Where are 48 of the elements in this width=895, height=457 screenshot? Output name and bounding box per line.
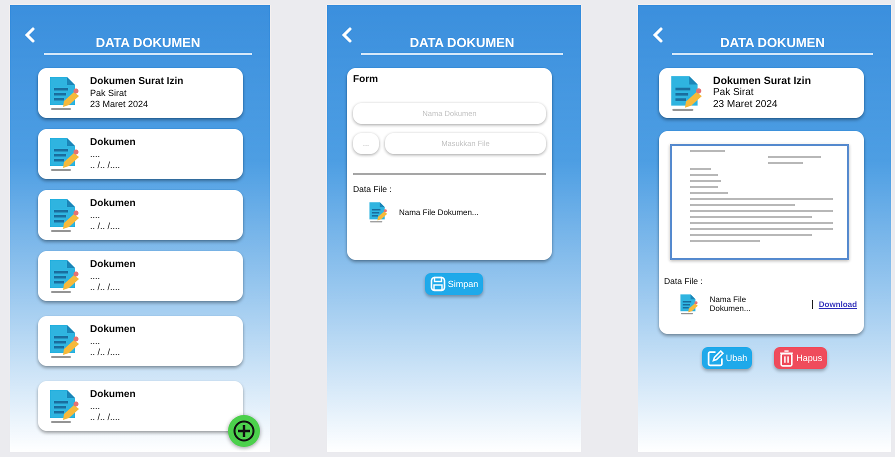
document-date: .. /.. /....: [90, 347, 122, 358]
document-date: .. /.. /....: [90, 160, 122, 171]
edit-icon: [706, 350, 724, 366]
document-title: Dokumen: [90, 259, 136, 271]
document-owner: ....: [90, 210, 102, 221]
document-card[interactable]: Dokumen Surat Izin Pak Sirat 23 Maret 2024: [659, 68, 864, 118]
document-title: Dokumen Surat Izin: [713, 75, 812, 87]
document-card[interactable]: Dokumen .... .. /.. /....: [38, 251, 243, 301]
document-title: Dokumen Surat Izin: [90, 76, 184, 88]
file-label: Data File :: [353, 184, 393, 194]
document-card[interactable]: Dokumen Surat Izin Pak Sirat 23 Maret 2024: [38, 68, 243, 118]
document-date: .. /.. /....: [90, 221, 122, 232]
document-owner: ....: [90, 336, 102, 347]
document-title: Dokumen: [90, 198, 136, 210]
document-card[interactable]: Dokumen .... .. /.. /....: [38, 316, 243, 366]
document-owner: ....: [90, 401, 102, 412]
delete-button[interactable]: Hapus: [774, 347, 828, 369]
file-label: Data File :: [664, 276, 704, 286]
file-icon: [367, 201, 389, 223]
document-date: 23 Maret 2024: [90, 99, 150, 110]
form-heading: Form: [353, 74, 379, 86]
trash-icon: [779, 350, 794, 366]
document-card[interactable]: Dokumen .... .. /.. /....: [38, 381, 243, 431]
plus-icon: [233, 420, 255, 442]
screen-title: DATA DOKUMEN: [361, 27, 563, 55]
document-date: .. /.. /....: [90, 282, 122, 293]
document-title: Dokumen: [90, 324, 136, 336]
document-card[interactable]: Dokumen .... .. /.. /....: [38, 129, 243, 179]
back-icon[interactable]: [24, 27, 36, 43]
document-title: Dokumen: [90, 389, 136, 401]
document-owner: Pak Sirat: [713, 87, 755, 99]
file-icon: [678, 293, 700, 315]
save-icon: [430, 276, 446, 292]
screen-title: DATA DOKUMEN: [44, 27, 252, 55]
document-card[interactable]: Dokumen .... .. /.. /....: [38, 190, 243, 240]
document-owner: ....: [90, 149, 102, 160]
document-title: Dokumen: [90, 137, 136, 149]
back-icon[interactable]: [652, 27, 664, 43]
download-link[interactable]: Download: [812, 300, 857, 308]
document-owner: ....: [90, 271, 102, 282]
document-owner: Pak Sirat: [90, 88, 128, 99]
file-name: Nama File Dokumen...: [710, 295, 752, 313]
document-date: 23 Maret 2024: [713, 99, 778, 111]
screen-title: DATA DOKUMEN: [672, 27, 873, 55]
file-name: Nama File Dokumen...: [399, 208, 479, 216]
back-icon[interactable]: [341, 27, 353, 43]
document-date: .. /.. /....: [90, 412, 122, 423]
add-button[interactable]: [228, 415, 260, 447]
